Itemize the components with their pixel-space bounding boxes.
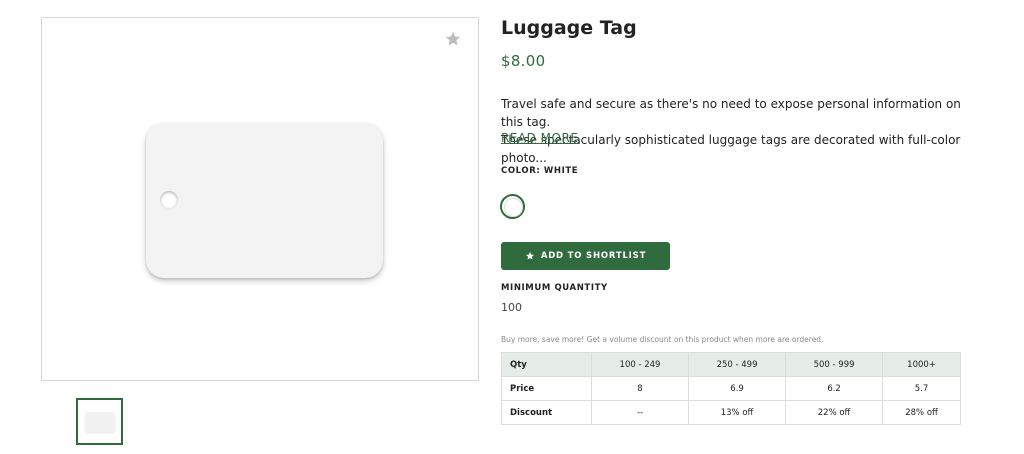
- volume-discount-note: Buy more, save more! Get a volume discou…: [501, 335, 824, 344]
- table-row: Price 8 6.9 6.2 5.7: [501, 376, 961, 401]
- color-swatch-white[interactable]: [500, 194, 525, 219]
- table-cell: 6.2: [785, 376, 884, 401]
- table-header-cell: 1000+: [882, 352, 961, 377]
- table-cell: --: [590, 400, 690, 425]
- minimum-quantity-label: MINIMUM QUANTITY: [501, 283, 608, 293]
- table-cell: 8: [590, 376, 690, 401]
- product-price: $8.00: [501, 52, 546, 70]
- add-to-shortlist-button[interactable]: ADD TO SHORTLIST: [501, 242, 670, 270]
- table-header-cell: 500 - 999: [785, 352, 884, 377]
- table-cell: 6.9: [688, 376, 787, 401]
- description-line-1: Travel safe and secure as there's no nee…: [501, 97, 961, 129]
- table-header-cell: 100 - 249: [590, 352, 690, 377]
- table-cell: 22% off: [785, 400, 884, 425]
- tag-hole: [160, 191, 178, 209]
- table-header-cell: 250 - 499: [688, 352, 787, 377]
- table-cell: 13% off: [688, 400, 787, 425]
- table-cell: 5.7: [882, 376, 961, 401]
- read-more-link[interactable]: READ MORE: [501, 131, 578, 145]
- volume-pricing-table: Qty 100 - 249 250 - 499 500 - 999 1000+ …: [501, 352, 961, 425]
- luggage-tag-image: [146, 123, 383, 278]
- star-icon: [525, 252, 534, 260]
- table-header-cell: Qty: [501, 352, 592, 377]
- product-thumbnail[interactable]: [76, 398, 123, 445]
- thumbnail-image: [85, 412, 115, 432]
- table-row: Discount -- 13% off 22% off 28% off: [501, 400, 961, 425]
- table-header-row: Qty 100 - 249 250 - 499 500 - 999 1000+: [501, 352, 961, 377]
- color-label: COLOR: WHITE: [501, 166, 579, 176]
- row-label: Price: [501, 376, 592, 401]
- shortlist-label: ADD TO SHORTLIST: [540, 251, 647, 261]
- product-title: Luggage Tag: [501, 17, 637, 39]
- table-cell: 28% off: [882, 400, 961, 425]
- favorite-star-icon[interactable]: [444, 30, 462, 48]
- row-label: Discount: [501, 400, 592, 425]
- minimum-quantity-value: 100: [501, 301, 522, 314]
- product-image-main: [41, 17, 479, 381]
